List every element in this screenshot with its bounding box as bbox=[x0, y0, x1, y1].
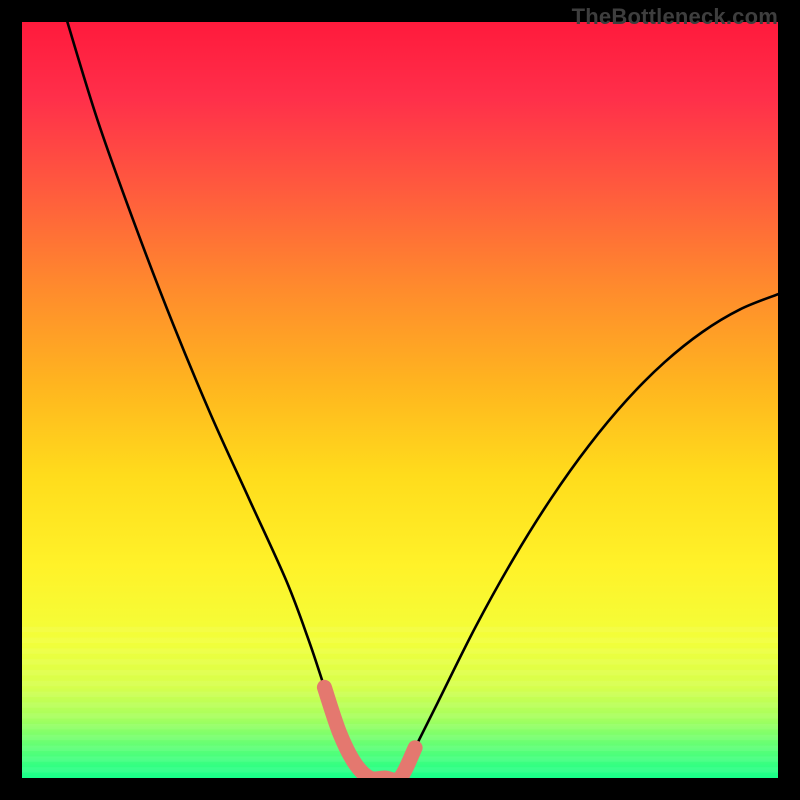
watermark-text: TheBottleneck.com bbox=[572, 4, 778, 30]
chart-frame: TheBottleneck.com bbox=[0, 0, 800, 800]
plot-area bbox=[22, 22, 778, 778]
background-gradient bbox=[22, 22, 778, 778]
